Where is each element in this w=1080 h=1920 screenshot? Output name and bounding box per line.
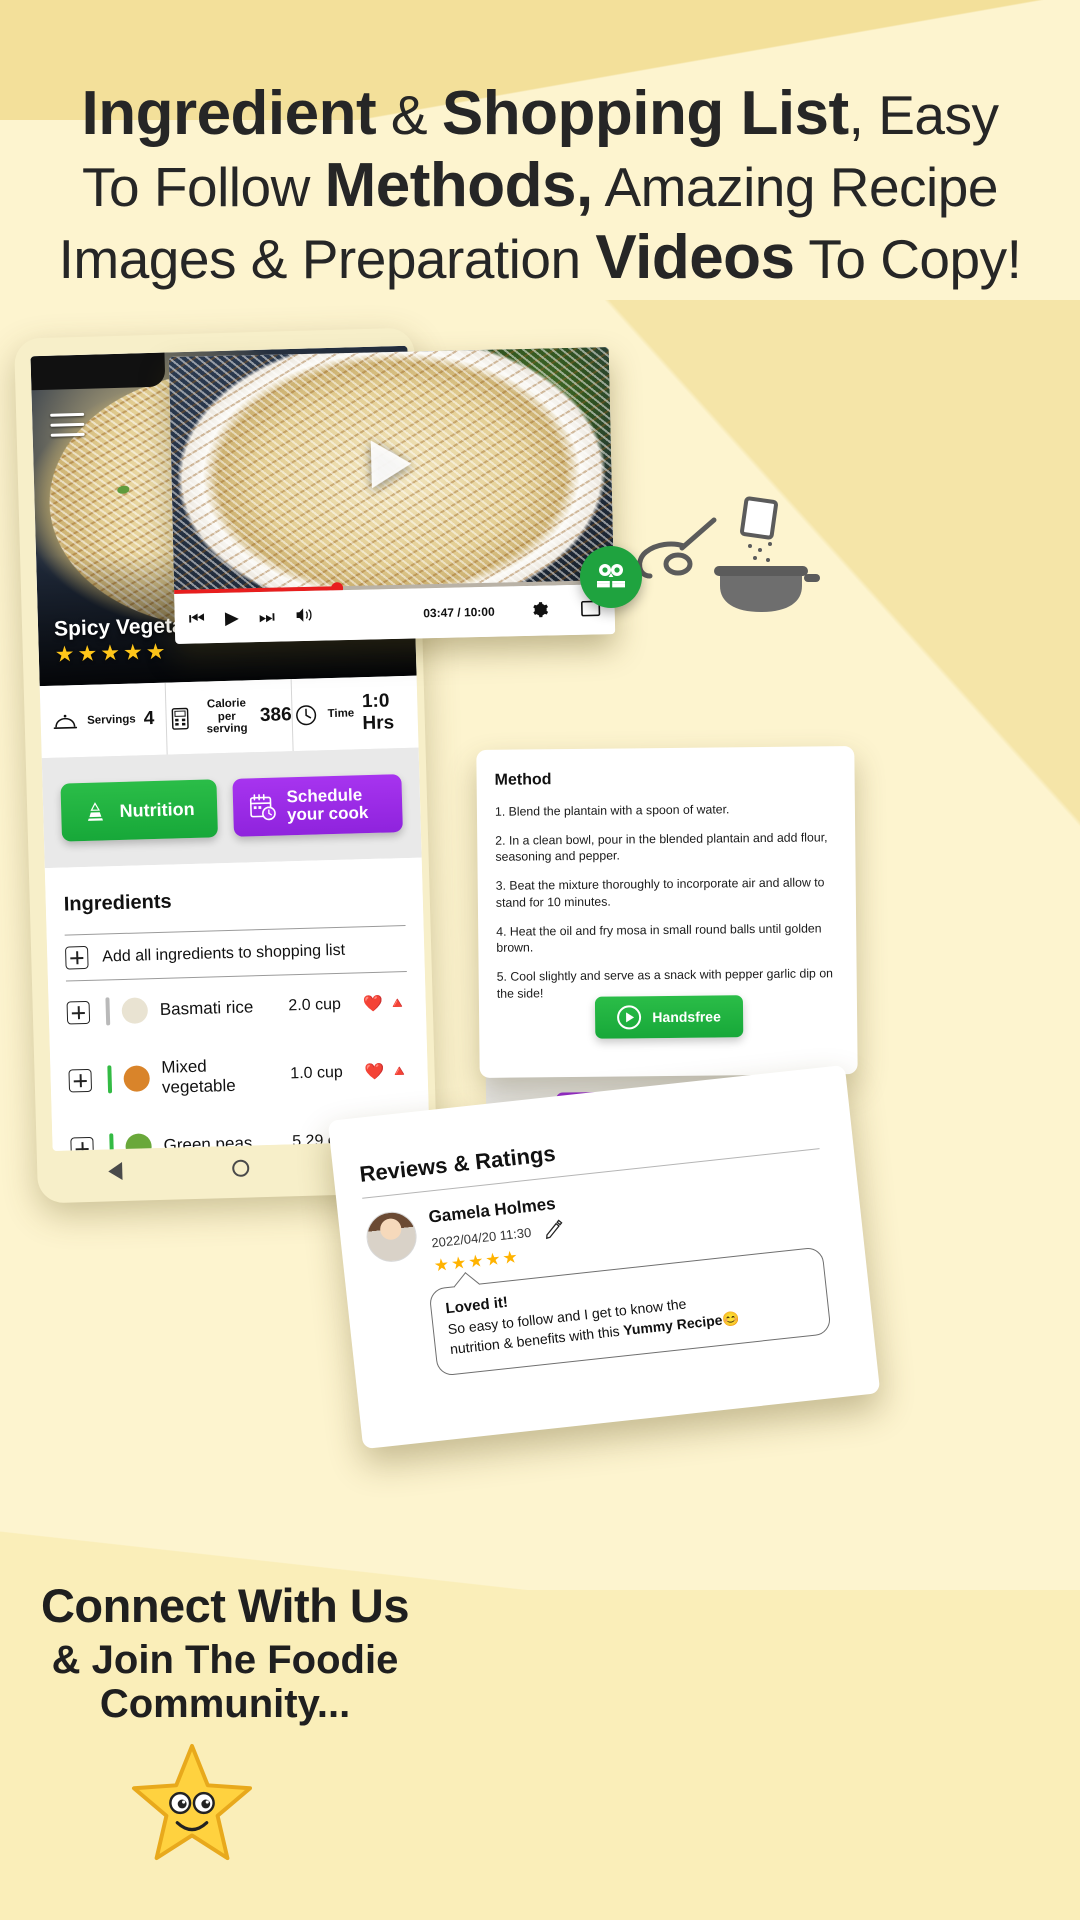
back-icon[interactable] (108, 1162, 123, 1181)
stat-calories: Calorie per serving 386 (164, 679, 293, 755)
phone-notch (30, 352, 166, 391)
heart-health-icon: ❤️ (362, 995, 384, 1014)
headline-word-videos: Videos (595, 222, 795, 292)
play-button-icon[interactable]: ▶ (225, 608, 239, 628)
ingredient-row[interactable]: Mixed vegetable 1.0 cup ❤️ 🔺 (68, 1034, 411, 1117)
ingredient-row[interactable]: Basmati rice 2.0 cup ❤️ 🔺 (66, 972, 409, 1043)
stat-time: Time 1:0 Hrs (290, 675, 419, 752)
schedule-line-2: your cook (286, 803, 369, 825)
ingredient-name: Basmati rice (159, 997, 254, 1019)
video-player-card[interactable]: ⏮ ▶ ⏭ 03:47 / 10:00 (168, 347, 616, 644)
nutrition-button[interactable]: Nutrition (60, 779, 218, 842)
avatar (364, 1209, 420, 1265)
nutrition-button-label: Nutrition (119, 798, 195, 821)
gear-icon[interactable] (530, 600, 549, 621)
owl-book-icon[interactable] (580, 546, 642, 608)
ingredients-section: Ingredients Add all ingredients to shopp… (44, 857, 430, 1151)
ingredient-quantity: 1.0 cup (290, 1063, 344, 1083)
headline-word-methods: Methods, (324, 150, 594, 220)
headline-amp: & (376, 84, 442, 146)
headline-word-ingredient: Ingredient (81, 79, 377, 148)
headline-word-shopping-list: Shopping List (441, 79, 849, 148)
previous-icon[interactable]: ⏮ (189, 608, 206, 628)
star-mascot-icon (131, 1743, 253, 1861)
bottom-tagline: Connect With Us & Join The Foodie Commun… (10, 1579, 440, 1727)
volume-icon[interactable] (295, 606, 314, 625)
calendar-clock-icon (249, 793, 276, 821)
plus-icon[interactable] (68, 1068, 93, 1093)
plus-icon[interactable] (70, 1136, 94, 1151)
schedule-cook-label: Schedule your cook (286, 785, 369, 825)
video-controls: ⏮ ▶ ⏭ 03:47 / 10:00 (174, 583, 616, 644)
owl-glyph (597, 564, 625, 588)
clock-icon (296, 704, 317, 725)
food-pyramid-icon: 🔺 (387, 995, 408, 1013)
ingredient-thumbnail (123, 1065, 151, 1092)
ingredient-thumbnail (121, 997, 149, 1024)
headline-easy: , Easy (848, 84, 999, 146)
tagline-line-1: Connect With Us (40, 1579, 410, 1632)
ingredient-quantity: 2.0 cup (288, 995, 342, 1015)
stat-calories-label: Calorie per serving (206, 697, 248, 736)
stat-time-value: 1:0 Hrs (361, 690, 395, 735)
headline-amazing-recipe: Amazing Recipe (592, 155, 998, 218)
headline-images-prep: Images & Preparation (58, 227, 596, 290)
ingredients-heading: Ingredients (63, 890, 172, 916)
review-emoji: 😊 (721, 1310, 741, 1328)
ingredient-color-bar (105, 997, 111, 1026)
ingredient-badges: ❤️ 🔺 (363, 993, 408, 1014)
tagline-line-3: Community... (99, 1682, 351, 1727)
cooking-pot-icon (637, 496, 820, 612)
handsfree-button[interactable]: Handsfree (594, 995, 744, 1039)
method-step: 1. Blend the plantain with a spoon of wa… (494, 802, 730, 819)
headline-to-copy: To Copy! (794, 227, 1022, 290)
stat-servings-value: 4 (143, 707, 155, 730)
play-circle-icon (617, 1005, 642, 1030)
method-step: 4. Heat the oil and fry mosa in small ro… (496, 920, 822, 956)
headline-to-follow: To Follow (82, 155, 325, 218)
ingredient-name: Mixed vegetable (161, 1056, 236, 1097)
food-pyramid-icon: 🔺 (389, 1062, 410, 1081)
video-timestamp: 03:47 / 10:00 (423, 604, 495, 621)
stat-servings-label: Servings (86, 713, 136, 727)
stat-calories-value: 386 (259, 704, 292, 727)
promo-headline: Ingredient & Shopping List, Easy To Foll… (0, 78, 1080, 294)
method-card: Method 1. Blend the plantain with a spoo… (476, 746, 858, 1078)
method-heading: Method (494, 771, 552, 789)
headline-line-1: Ingredient & Shopping List, Easy (0, 78, 1080, 150)
headline-line-3: Images & Preparation Videos To Copy! (0, 222, 1080, 294)
add-all-label: Add all ingredients to shopping list (102, 941, 346, 966)
tagline-line-2: & Join The Foodie (51, 1637, 399, 1682)
ingredient-badges: ❤️ 🔺 (364, 1061, 410, 1082)
reviews-card: Reviews & Ratings Gamela Holmes 2022/04/… (327, 1064, 881, 1450)
method-step: 2. In a clean bowl, pour in the blended … (495, 830, 828, 865)
recipe-stats-bar: Servings 4 Calorie per serving 386 Time … (39, 675, 419, 759)
action-buttons-row: Nutrition Schedule your cook (41, 747, 422, 869)
method-step: 3. Beat the mixture thoroughly to incorp… (495, 875, 825, 910)
hamburger-menu-icon[interactable] (50, 412, 85, 444)
servings-dome-icon (54, 714, 78, 729)
review-meta: Gamela Holmes 2022/04/20 11:30 ★ ★ ★ ★ ★ (428, 1193, 569, 1276)
pencil-icon[interactable] (542, 1219, 565, 1240)
calorie-icon (171, 707, 189, 730)
heart-health-icon: ❤️ (364, 1063, 385, 1082)
play-icon[interactable] (370, 439, 412, 489)
handsfree-label: Handsfree (652, 1008, 721, 1026)
headline-line-2: To Follow Methods, Amazing Recipe (0, 150, 1080, 222)
stat-servings: Servings 4 (40, 683, 167, 758)
pyramid-icon (88, 802, 104, 821)
ingredient-color-bar (107, 1065, 113, 1094)
plus-icon[interactable] (66, 1000, 91, 1025)
next-icon[interactable]: ⏭ (259, 607, 276, 627)
recipe-rating-stars: ★ ★ ★ ★ ★ (54, 638, 166, 667)
home-icon[interactable] (232, 1158, 250, 1177)
plus-icon[interactable] (64, 945, 89, 970)
stat-time-label: Time (327, 706, 355, 720)
schedule-cook-button[interactable]: Schedule your cook (232, 774, 403, 837)
